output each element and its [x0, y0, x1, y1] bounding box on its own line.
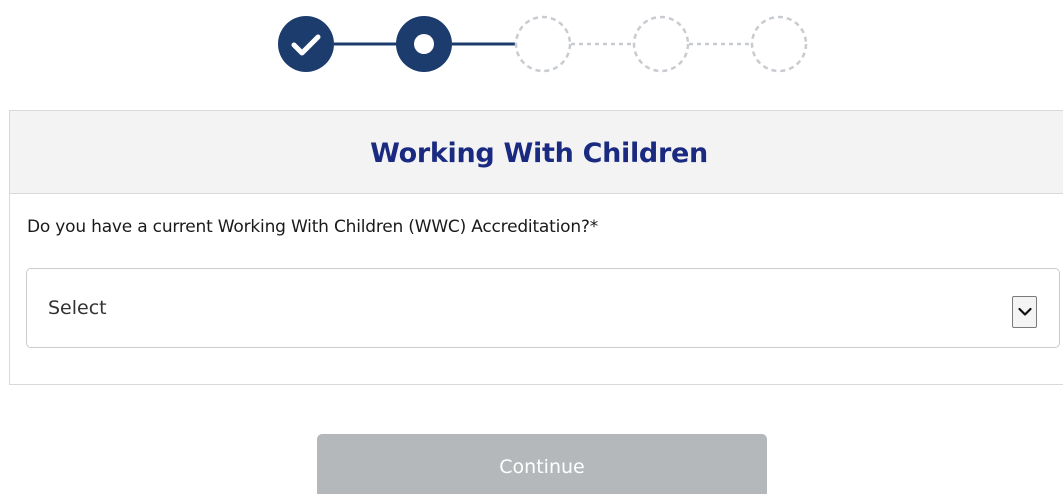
stepper-graphic [278, 15, 808, 73]
wwc-accreditation-select[interactable]: Select [26, 268, 1060, 348]
dot-icon [414, 34, 434, 54]
step-1-completed [278, 16, 334, 72]
step-3-pending [514, 15, 572, 73]
form-card: Working With Children Do you have a curr… [9, 110, 1063, 385]
select-value: Select [48, 297, 107, 319]
wwc-question-label: Do you have a current Working With Child… [27, 217, 599, 237]
card-title: Working With Children [370, 137, 708, 169]
page: Working With Children Do you have a curr… [0, 0, 1063, 494]
step-2-current [396, 16, 452, 72]
step-5-pending [750, 15, 808, 73]
card-header: Working With Children [10, 111, 1063, 194]
step-4-pending [632, 15, 690, 73]
select-dropdown-button[interactable] [1012, 296, 1037, 328]
continue-button[interactable]: Continue [317, 434, 767, 494]
progress-stepper [0, 0, 1063, 90]
continue-button-label: Continue [499, 456, 585, 478]
chevron-down-icon [1017, 307, 1032, 316]
